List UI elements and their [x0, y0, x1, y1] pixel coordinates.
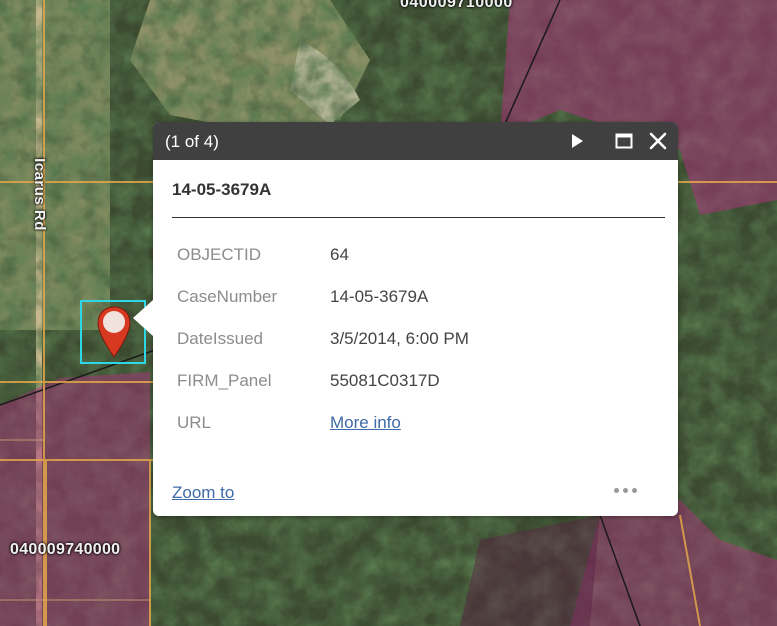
- attribute-table: OBJECTID 64 CaseNumber 14-05-3679A DateI…: [177, 234, 469, 444]
- popup-header: (1 of 4): [153, 122, 678, 160]
- field-name: FIRM_Panel: [177, 371, 272, 390]
- field-name: URL: [177, 413, 212, 432]
- field-value: 3/5/2014, 6:00 PM: [330, 329, 469, 348]
- attribute-row: DateIssued 3/5/2014, 6:00 PM: [177, 318, 469, 360]
- popup-title: 14-05-3679A: [172, 180, 272, 199]
- field-value: 14-05-3679A: [330, 287, 429, 306]
- feature-popup: (1 of 4) 14-05-3679A OBJECTID 64 CaseNum…: [133, 122, 678, 516]
- maximize-button[interactable]: [614, 131, 634, 151]
- zoom-to-link[interactable]: Zoom to: [172, 483, 234, 503]
- title-divider: [172, 217, 665, 218]
- parcel-label-bottom: 040009740000: [10, 541, 121, 558]
- close-button[interactable]: [648, 131, 668, 151]
- popup-pointer: [133, 300, 153, 336]
- field-value: 64: [330, 245, 349, 264]
- field-name: OBJECTID: [177, 245, 262, 264]
- location-pin-icon[interactable]: [96, 305, 132, 359]
- field-name: DateIssued: [177, 329, 263, 348]
- maximize-icon: [615, 133, 633, 149]
- attribute-row: CaseNumber 14-05-3679A: [177, 276, 469, 318]
- road-label: Icarus Rd: [30, 157, 48, 231]
- more-options-icon[interactable]: [608, 478, 642, 502]
- attribute-row: OBJECTID 64: [177, 234, 469, 276]
- field-name: CaseNumber: [177, 287, 278, 306]
- field-value: More info: [330, 402, 469, 444]
- popup-pager: (1 of 4): [165, 132, 219, 151]
- next-feature-button[interactable]: [567, 131, 587, 151]
- more-info-link[interactable]: More info: [330, 413, 401, 432]
- parcel-label-top: 040009710000: [400, 0, 513, 11]
- attribute-row: URL More info: [177, 402, 469, 444]
- close-icon: [649, 132, 667, 150]
- next-arrow-icon: [572, 134, 583, 148]
- field-value: 55081C0317D: [330, 371, 440, 390]
- attribute-row: FIRM_Panel 55081C0317D: [177, 360, 469, 402]
